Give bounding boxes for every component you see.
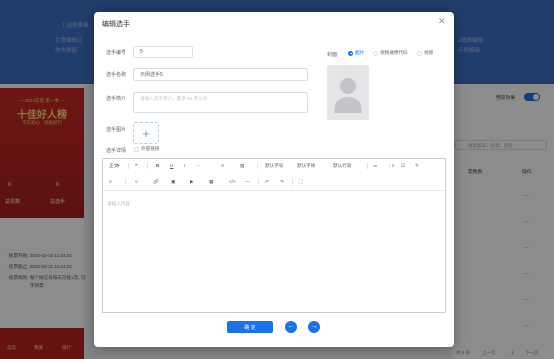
toolbar-divider xyxy=(367,163,368,169)
detail-label: 选手详情 xyxy=(106,148,127,154)
bold-icon[interactable]: B xyxy=(156,163,159,168)
radio-icon xyxy=(348,50,353,56)
checkbox-icon xyxy=(134,146,139,152)
toolbar-divider xyxy=(125,179,126,185)
external-link-label: 外部链接 xyxy=(141,146,160,151)
rich-text-editor[interactable]: 正文 ▾ ❝ B U I ··· A ▨ 默认字号 默认字体 默认行高 ≔ ⋮≡… xyxy=(102,158,446,313)
cover-option-video-code[interactable]: 视频通用代码 xyxy=(373,50,408,56)
cover-option-image[interactable]: 图片 xyxy=(348,50,364,56)
font-size-dropdown[interactable]: 默认字号 xyxy=(265,163,283,169)
arrow-left-circle-icon[interactable]: ← xyxy=(285,321,297,333)
image-label: 选手图片 xyxy=(106,127,127,133)
editor-toolbar: 正文 ▾ ❝ B U I ··· A ▨ 默认字号 默认字体 默认行高 ≔ ⋮≡… xyxy=(103,159,445,191)
cover-option-video[interactable]: 视频 xyxy=(417,50,433,56)
italic-icon[interactable]: I xyxy=(184,163,185,168)
number-label: 选手编号 xyxy=(106,50,127,56)
code-block-icon[interactable]: </> xyxy=(229,179,236,184)
edit-icon[interactable]: ✎ xyxy=(415,163,419,169)
quote-icon[interactable]: ❝ xyxy=(135,163,137,169)
plus-icon: + xyxy=(142,125,150,141)
name-label: 选手名称 xyxy=(106,72,127,78)
undo-icon[interactable]: ↶ xyxy=(265,179,269,185)
numbered-list-icon[interactable]: ⋮≡ xyxy=(387,163,394,169)
divider-icon[interactable]: — xyxy=(245,179,250,184)
font-family-dropdown[interactable]: 默认字体 xyxy=(297,163,315,169)
radio-icon xyxy=(417,50,422,56)
intro-label: 选手简介 xyxy=(106,96,127,102)
external-link-checkbox[interactable]: 外部链接 xyxy=(134,146,159,152)
arrow-right-circle-icon[interactable]: → xyxy=(308,321,320,333)
toolbar-divider xyxy=(128,163,129,169)
toolbar-divider xyxy=(292,179,293,185)
todo-icon[interactable]: ☑ xyxy=(401,163,405,169)
avatar-placeholder-icon xyxy=(327,65,369,120)
table-icon[interactable]: ▦ xyxy=(209,179,213,185)
toolbar-divider xyxy=(258,179,259,185)
cover-label: 封面: xyxy=(327,52,339,58)
editor-placeholder: 请输入内容 xyxy=(107,201,130,206)
name-input[interactable] xyxy=(133,68,308,81)
confirm-button[interactable]: 确 定 xyxy=(227,321,273,333)
chevron-down-icon: ▾ xyxy=(117,163,120,168)
cover-image-placeholder[interactable] xyxy=(327,65,369,120)
close-icon[interactable]: ✕ xyxy=(438,16,446,27)
fullscreen-icon[interactable]: ⛶ xyxy=(299,179,302,184)
number-input[interactable] xyxy=(133,46,193,58)
image-icon[interactable]: ▣ xyxy=(171,179,175,185)
font-color-icon[interactable]: A xyxy=(221,163,224,168)
emoji-icon[interactable]: ☺ xyxy=(134,179,139,184)
link-icon[interactable]: 🔗 xyxy=(153,179,159,185)
background-color-icon[interactable]: ▨ xyxy=(240,163,244,169)
underline-icon[interactable]: U xyxy=(170,163,173,168)
radio-icon xyxy=(373,50,378,56)
more-style-icon[interactable]: ··· xyxy=(196,163,201,168)
bulleted-list-icon[interactable]: ≔ xyxy=(373,163,378,169)
video-icon[interactable]: ▶ xyxy=(190,179,194,185)
redo-icon[interactable]: ↷ xyxy=(280,179,284,185)
edit-contestant-dialog: 编辑选手 ✕ 选手编号 选手名称 选手简介 选手图片 + 选手详情 外部链接 封… xyxy=(94,12,454,347)
intro-textarea[interactable] xyxy=(133,92,308,113)
toolbar-divider xyxy=(257,163,258,169)
align-icon[interactable]: ≡ xyxy=(109,179,112,184)
toolbar-divider xyxy=(147,163,148,169)
image-upload-button[interactable]: + xyxy=(133,122,159,144)
dialog-title: 编辑选手 xyxy=(102,21,130,28)
line-height-dropdown[interactable]: 默认行高 xyxy=(333,163,351,169)
